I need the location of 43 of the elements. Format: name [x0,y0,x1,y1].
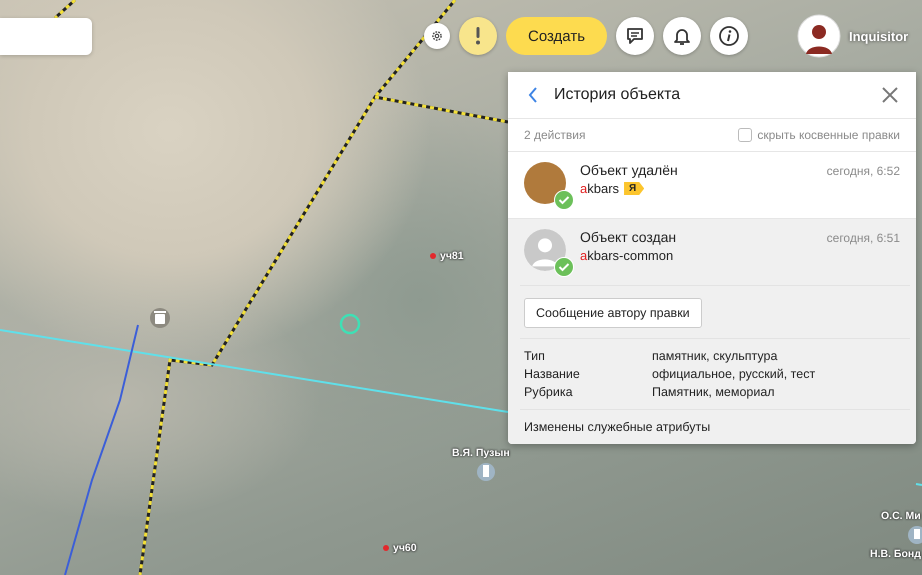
timestamp: сегодня, 6:52 [826,164,900,178]
monument-icon [477,463,495,481]
map-label: О.С. Ми [881,510,921,522]
checkbox[interactable] [738,128,752,142]
attribute-value: официальное, русский, тест [652,367,816,381]
trash-icon [150,308,170,328]
username[interactable]: akbars [580,181,620,196]
staff-badge: Я [624,182,644,195]
map-label: В.Я. Пузын [452,447,510,459]
attribute-name: Рубрика [524,385,574,399]
exclamation-icon [475,27,481,45]
history-entry[interactable]: Объект создан сегодня, 6:51 akbars-common [508,219,916,285]
action-count: 2 действия [524,128,586,142]
map-label: уч81 [440,250,464,262]
message-author-button[interactable]: Сообщение автору правки [524,298,702,328]
username[interactable]: akbars-common [580,248,674,263]
info-icon [718,25,740,47]
back-button[interactable] [528,87,538,103]
create-button[interactable]: Создать [506,17,608,55]
timestamp: сегодня, 6:51 [826,231,900,245]
attribute-value: памятник, скульптура [652,349,778,363]
boundary-line [54,0,76,20]
user-avatar[interactable] [797,14,841,58]
attribute-name: Тип [524,349,546,363]
action-title: Объект удалён [580,162,678,178]
history-entry[interactable]: Объект удалён сегодня, 6:52 akbars Я [508,152,916,219]
change-note: Изменены служебные атрибуты [520,409,910,444]
action-title: Объект создан [580,229,676,245]
bell-icon [673,26,692,46]
monument-icon [908,526,922,544]
panel-title: История объекта [554,86,682,104]
photo-placeholder [524,162,566,204]
map-label: Н.В. Бонд [870,548,921,560]
map-label: уч60 [393,542,417,554]
road-line [916,483,922,486]
attribute-name: Название [524,367,581,381]
search-field[interactable] [0,18,92,55]
gear-icon [430,29,444,43]
attribute-value: Памятник, мемориал [652,385,775,399]
default-avatar-icon [524,229,566,271]
chat-icon [625,26,646,46]
selection-circle [340,314,360,334]
close-button[interactable] [882,87,898,103]
